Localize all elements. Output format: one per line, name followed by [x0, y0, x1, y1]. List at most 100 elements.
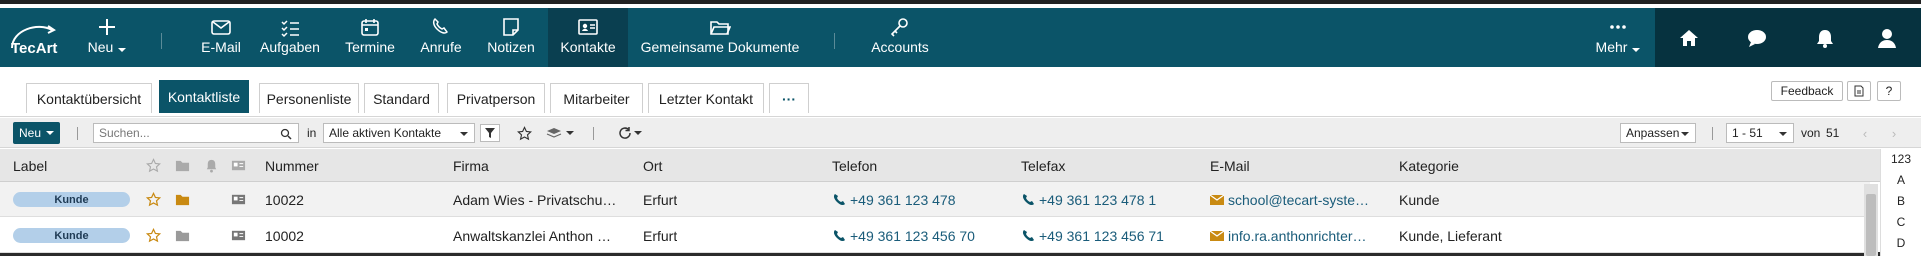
refresh-button[interactable]: [614, 124, 646, 142]
app-window: TecArt Neu E-Mail Aufgaben Termine Anruf…: [0, 0, 1921, 256]
total-count: 51: [1826, 126, 1840, 140]
phone-icon: [833, 229, 845, 241]
tab-kontaktliste[interactable]: Kontaktliste: [159, 80, 249, 113]
favorite-column-icon: [146, 149, 161, 182]
column-header-telefon[interactable]: Telefon: [832, 149, 877, 182]
help-button[interactable]: ?: [1877, 81, 1901, 101]
alphabet-index: 123 A B C D: [1880, 149, 1921, 256]
adjust-columns-select[interactable]: Anpassen: [1620, 123, 1696, 143]
nav-item-notizen[interactable]: Notizen: [478, 8, 544, 67]
card-column-icon: [231, 149, 246, 182]
nav-item-kontakte[interactable]: Kontakte: [548, 8, 628, 74]
tab-mitarbeiter[interactable]: Mitarbeiter: [550, 83, 643, 113]
scrollbar-thumb[interactable]: [1866, 194, 1876, 256]
cell-ort: Erfurt: [643, 191, 678, 208]
column-header-ort[interactable]: Ort: [643, 149, 662, 182]
column-header-email[interactable]: E-Mail: [1210, 149, 1250, 182]
favorite-toggle[interactable]: [146, 182, 161, 217]
toolbar-divider: [77, 127, 78, 140]
column-header-kategorie[interactable]: Kategorie: [1399, 149, 1459, 182]
search-input[interactable]: Suchen...: [93, 123, 299, 143]
cell-telefax[interactable]: +49 361 123 456 71: [1021, 218, 1164, 253]
new-menu-button[interactable]: Neu: [78, 8, 136, 67]
cell-kategorie: Kunde, Lieferant: [1399, 227, 1502, 244]
tabs-more-button[interactable]: ···: [769, 83, 809, 113]
chevron-right-icon: ›: [1891, 125, 1897, 141]
calendar-icon: [335, 8, 405, 38]
filter-button[interactable]: [480, 124, 500, 142]
phone-icon: [410, 8, 472, 38]
nav-item-anrufe[interactable]: Anrufe: [410, 8, 472, 67]
filter-select[interactable]: Alle aktiven Kontakte: [323, 123, 475, 143]
funnel-icon: [485, 128, 495, 138]
table-row[interactable]: Kunde 10022 Adam Wies - Privatschu… Erfu…: [0, 182, 1870, 217]
toolbar-divider: [593, 127, 594, 140]
bell-column-icon: [204, 149, 219, 182]
user-profile-button[interactable]: [1853, 8, 1921, 67]
contact-card-icon: [231, 230, 246, 241]
column-header-label[interactable]: Label: [13, 149, 47, 182]
search-icon: [280, 128, 292, 140]
folder-icon: [175, 194, 190, 206]
cell-firma[interactable]: Anwaltskanzlei Anthon …: [453, 218, 631, 253]
favorite-button[interactable]: [514, 124, 534, 142]
alpha-index-item[interactable]: C: [1881, 212, 1921, 233]
alpha-index-item[interactable]: B: [1881, 191, 1921, 212]
contact-card-button[interactable]: [231, 182, 246, 217]
cell-telefon[interactable]: +49 361 123 478: [832, 182, 956, 217]
tab-privatperson[interactable]: Privatperson: [447, 83, 545, 113]
envelope-icon: [1210, 194, 1224, 205]
plus-icon: [78, 8, 136, 38]
nav-item-termine[interactable]: Termine: [335, 8, 405, 67]
alpha-index-item[interactable]: D: [1881, 233, 1921, 254]
label-badge: Kunde: [13, 228, 130, 243]
folder-column-icon: [175, 149, 190, 182]
cell-telefon[interactable]: +49 361 123 456 70: [832, 218, 975, 253]
table-header: Label Nummer Firma Ort Telefon Telefax E…: [0, 149, 1880, 182]
column-header-firma[interactable]: Firma: [453, 149, 489, 182]
column-header-nummer[interactable]: Nummer: [265, 149, 319, 182]
toolbar-divider: [1712, 127, 1713, 140]
user-icon: [1878, 28, 1896, 48]
nav-item-email[interactable]: E-Mail: [190, 8, 252, 67]
cell-firma[interactable]: Adam Wies - Privatschu…: [453, 182, 631, 217]
stack-icon: [546, 128, 562, 138]
nav-item-aufgaben[interactable]: Aufgaben: [255, 8, 325, 67]
envelope-icon: [1210, 230, 1224, 241]
tab-letzter-kontakt[interactable]: Letzter Kontakt: [648, 83, 764, 113]
cell-nummer: 10002: [265, 227, 304, 244]
contact-card-icon: [231, 194, 246, 205]
feedback-button[interactable]: Feedback: [1771, 81, 1843, 101]
tab-standard[interactable]: Standard: [364, 83, 439, 113]
table-scrollbar[interactable]: [1864, 184, 1878, 256]
nav-item-gemeinsame-dokumente[interactable]: Gemeinsame Dokumente: [638, 8, 802, 67]
new-contact-button[interactable]: Neu: [13, 122, 61, 144]
cell-email[interactable]: school@tecart-syste…: [1210, 182, 1388, 217]
folder-button[interactable]: [175, 218, 190, 253]
cell-telefax[interactable]: +49 361 123 478 1: [1021, 182, 1156, 217]
notifications-button[interactable]: [1791, 8, 1859, 67]
chat-button[interactable]: [1723, 8, 1791, 67]
column-header-telefax[interactable]: Telefax: [1021, 149, 1065, 182]
tab-personenliste[interactable]: Personenliste: [259, 83, 359, 113]
nav-item-accounts[interactable]: Accounts: [862, 8, 938, 67]
refresh-icon: [619, 127, 631, 139]
previous-page-button[interactable]: ‹: [1855, 124, 1875, 142]
favorite-toggle[interactable]: [146, 218, 161, 253]
saved-views-button[interactable]: [544, 124, 576, 142]
home-button[interactable]: [1655, 8, 1723, 67]
tecart-logo[interactable]: TecArt: [8, 18, 60, 60]
folder-button[interactable]: [175, 182, 190, 217]
export-document-button[interactable]: [1847, 81, 1871, 101]
more-menu-button[interactable]: Mehr: [1586, 8, 1650, 67]
tab-kontaktuebersicht[interactable]: Kontaktübersicht: [26, 83, 152, 113]
cell-ort: Erfurt: [643, 227, 678, 244]
page-range-select[interactable]: 1 - 51: [1726, 123, 1794, 143]
list-toolbar: Neu Suchen... in Alle aktiven Kontakte A…: [0, 118, 1921, 148]
alpha-index-item[interactable]: A: [1881, 170, 1921, 191]
contact-card-button[interactable]: [231, 218, 246, 253]
next-page-button[interactable]: ›: [1884, 124, 1904, 142]
alpha-index-item[interactable]: 123: [1881, 149, 1921, 170]
cell-email[interactable]: info.ra.anthonrichter…: [1210, 218, 1388, 253]
table-row[interactable]: Kunde 10002 Anwaltskanzlei Anthon … Erfu…: [0, 218, 1870, 253]
